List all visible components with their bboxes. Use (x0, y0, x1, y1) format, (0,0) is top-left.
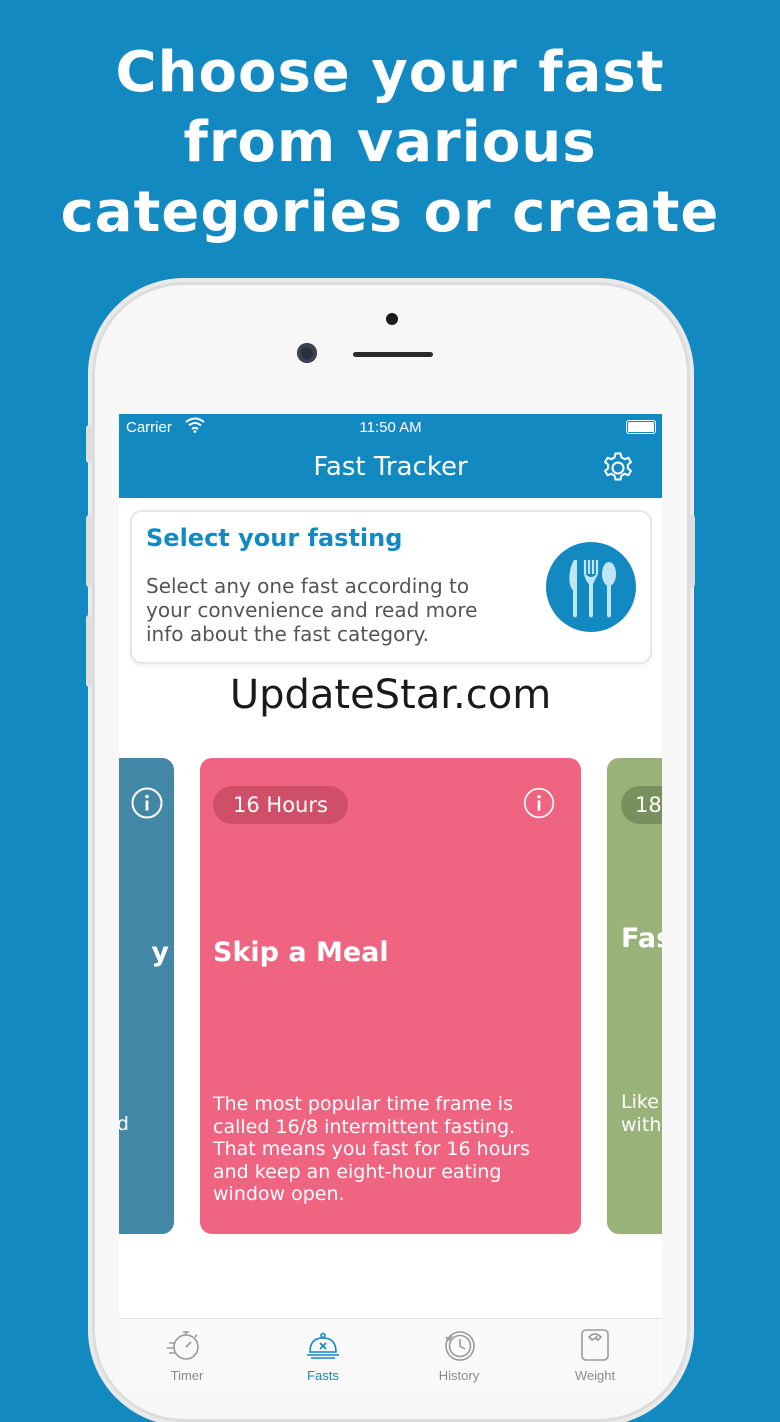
scale-icon (581, 1329, 609, 1361)
status-time: 11:50 AM (359, 419, 422, 436)
tab-bar: Timer Fasts History Weight (119, 1318, 662, 1387)
fast-card-description: ble. nd (119, 1113, 129, 1135)
headline-line-3: categories or create (60, 180, 720, 245)
headline-line-2: from various (183, 110, 597, 175)
fast-card-prev[interactable]: y ble. nd (119, 758, 174, 1234)
cutlery-icon (546, 542, 636, 632)
phone-camera (297, 343, 317, 363)
select-fasting-title: Select your fasting (146, 524, 403, 552)
headline-line-1: Choose your fast (115, 40, 665, 105)
cloche-icon (307, 1332, 339, 1359)
tab-label: History (438, 1368, 480, 1383)
gear-icon[interactable] (600, 450, 636, 486)
select-fasting-description: Select any one fast according to your co… (146, 574, 478, 646)
fast-hours-badge: 18 (621, 786, 662, 824)
app-title: Fast Tracker (313, 452, 468, 482)
select-fasting-card: Select your fasting Select any one fast … (130, 510, 652, 664)
fast-card-description: Like abo eati wind with (621, 1091, 662, 1136)
tab-label: Timer (170, 1368, 204, 1383)
fast-card-title: y (151, 937, 169, 968)
history-icon (445, 1331, 475, 1361)
tab-label: Weight (574, 1368, 616, 1383)
fast-hours-badge: 16 Hours (213, 786, 348, 824)
phone-sensor (386, 313, 398, 325)
fast-card-title: Skip a Meal (213, 937, 389, 968)
info-icon[interactable] (523, 787, 555, 819)
phone-mute-switch (86, 425, 92, 463)
fast-card-skip-a-meal[interactable]: 16 Hours Skip a Meal The most popular ti… (200, 758, 581, 1234)
tab-weight[interactable]: Weight (527, 1319, 662, 1387)
tab-timer[interactable]: Timer (119, 1319, 255, 1387)
app-screen: Carrier 11:50 AM Fast Tracker Select you… (119, 414, 662, 1387)
tab-history[interactable]: History (391, 1319, 527, 1387)
phone-volume-down (86, 615, 92, 687)
status-bar: Carrier 11:50 AM (119, 414, 662, 440)
phone-power-button (689, 515, 695, 587)
info-icon[interactable] (131, 787, 163, 819)
tab-fasts[interactable]: Fasts (255, 1319, 391, 1387)
fast-card-title: Fas Da (621, 923, 662, 954)
battery-icon (626, 420, 656, 434)
phone-volume-up (86, 515, 92, 587)
fast-card-description: The most popular time frame is called 16… (213, 1093, 531, 1205)
phone-speaker (353, 352, 433, 357)
tab-label: Fasts (307, 1368, 339, 1383)
promo-headline: Choose your fast from various categories… (0, 38, 780, 248)
stopwatch-icon (167, 1331, 199, 1360)
fast-card-next[interactable]: 18 Fas Da Like abo eati wind with (607, 758, 662, 1234)
watermark-text: UpdateStar.com (229, 672, 552, 718)
nav-bar: Fast Tracker (119, 440, 662, 498)
